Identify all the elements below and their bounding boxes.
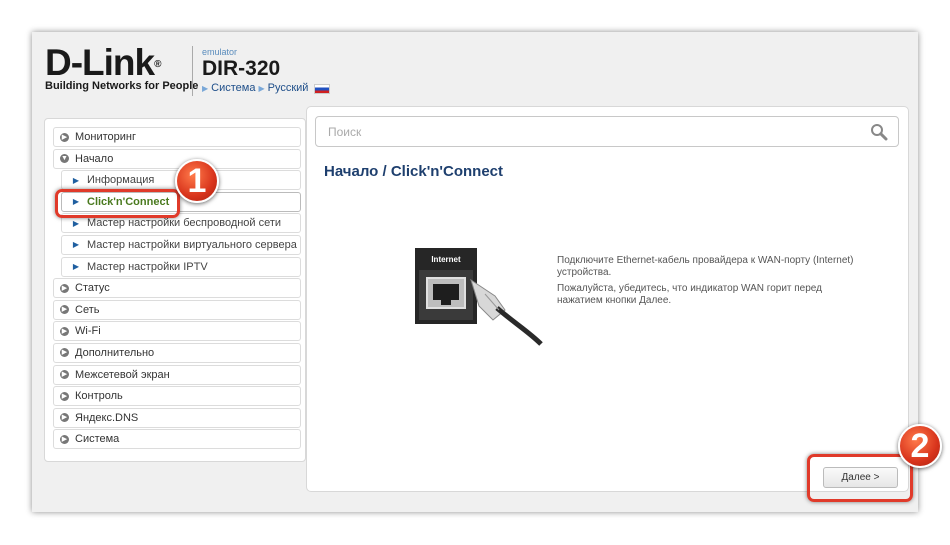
sidebar-item-7[interactable]: ▶ Статус: [53, 278, 301, 299]
triangle-right-icon: ▶: [72, 240, 80, 250]
search-input[interactable]: Поиск: [315, 116, 899, 147]
chevron-right-icon: ▶: [60, 326, 69, 336]
sidebar-item-6[interactable]: ▶ Мастер настройки IPTV: [61, 256, 301, 277]
russian-flag-icon[interactable]: [314, 84, 331, 94]
search-icon[interactable]: [870, 123, 888, 141]
instruction-line-1: Подключите Ethernet-кабель провайдера к …: [557, 255, 854, 278]
sidebar-item-label: Мастер настройки беспроводной сети: [87, 217, 282, 230]
model-block: emulator DIR-320 ▶ Система ▶ Русский: [202, 47, 331, 94]
chevron-right-icon: ▶: [60, 305, 69, 315]
logo-text: D-Link: [45, 42, 155, 83]
main-panel: Поиск Начало / Click'n'Connect Internet …: [306, 106, 909, 492]
header-nav: ▶ Система ▶ Русский: [202, 82, 331, 94]
page-title: Начало / Click'n'Connect: [324, 163, 503, 180]
port-label: Internet: [431, 255, 461, 264]
sidebar-item-label: Wi-Fi: [75, 325, 101, 338]
instruction-text: Подключите Ethernet-кабель провайдера к …: [557, 255, 857, 311]
model-name: DIR-320: [202, 57, 281, 80]
sidebar-menu: ▶ Мониторинг ▼ Начало ▶ Информация ▶ Click'n'Co…: [44, 118, 306, 462]
sidebar-item-label: Межсетевой экран: [75, 368, 170, 381]
sidebar-item-10[interactable]: ▶ Дополнительно: [53, 342, 301, 363]
sidebar-item-label: Информация: [87, 174, 155, 187]
ethernet-port-illustration: Internet: [415, 248, 543, 346]
step-badge-1: 1: [175, 159, 219, 203]
chevron-down-icon: ▼: [60, 154, 69, 164]
instruction-line-2: Пожалуйста, убедитесь, что индикатор WAN…: [557, 283, 822, 306]
sidebar-item-9[interactable]: ▶ Wi-Fi: [53, 321, 301, 342]
chevron-right-icon: ▶: [60, 391, 69, 401]
triangle-right-icon: ▶: [72, 175, 80, 185]
sidebar-item-label: Контроль: [75, 390, 123, 403]
logo-tagline: Building Networks for People: [45, 80, 199, 92]
registered-mark: ®: [154, 59, 161, 70]
sidebar-item-1[interactable]: ▼ Начало: [53, 148, 301, 169]
triangle-right-icon: ▶: [258, 83, 265, 93]
chevron-right-icon: ▶: [60, 370, 69, 380]
sidebar-item-label: Мастер настройки IPTV: [87, 260, 208, 273]
emulator-label: emulator: [202, 47, 238, 57]
header-link-system[interactable]: Система: [211, 82, 255, 94]
sidebar-item-label: Система: [75, 433, 120, 446]
highlight-next-button: [807, 454, 913, 502]
chevron-right-icon: ▶: [60, 434, 69, 444]
search-placeholder: Поиск: [328, 124, 362, 139]
sidebar-item-label: Статус: [75, 282, 110, 295]
header-link-language[interactable]: Русский: [268, 82, 309, 94]
header-divider: [192, 46, 193, 96]
sidebar-item-label: Мониторинг: [75, 131, 137, 143]
sidebar-item-label: Мастер настройки виртуального сервера: [87, 238, 297, 251]
dlink-logo: D-Link® Building Networks for People: [45, 44, 198, 92]
sidebar-item-13[interactable]: ▶ Яндекс.DNS: [53, 407, 301, 428]
sidebar-item-5[interactable]: ▶ Мастер настройки виртуального сервера: [61, 234, 301, 255]
chevron-right-icon: ▶: [60, 283, 69, 293]
sidebar-item-label: Сеть: [75, 303, 100, 316]
sidebar-item-8[interactable]: ▶ Сеть: [53, 299, 301, 320]
triangle-right-icon: ▶: [72, 218, 80, 228]
sidebar-item-11[interactable]: ▶ Межсетевой экран: [53, 364, 301, 385]
sidebar-item-label: Дополнительно: [75, 346, 155, 359]
triangle-right-icon: ▶: [72, 262, 80, 272]
step-badge-2: 2: [898, 424, 942, 468]
sidebar-item-label: Яндекс.DNS: [75, 411, 139, 424]
triangle-right-icon: ▶: [202, 83, 209, 93]
sidebar-item-label: Начало: [75, 152, 114, 165]
chevron-right-icon: ▶: [60, 413, 69, 423]
chevron-right-icon: ▶: [60, 132, 69, 142]
sidebar-item-12[interactable]: ▶ Контроль: [53, 386, 301, 407]
router-web-ui: D-Link® Building Networks for People emu…: [32, 32, 918, 512]
highlight-clickconnect: [55, 189, 180, 218]
sidebar-item-0[interactable]: ▶ Мониторинг: [53, 127, 301, 147]
sidebar-item-14[interactable]: ▶ Система: [53, 429, 301, 450]
chevron-right-icon: ▶: [60, 348, 69, 358]
